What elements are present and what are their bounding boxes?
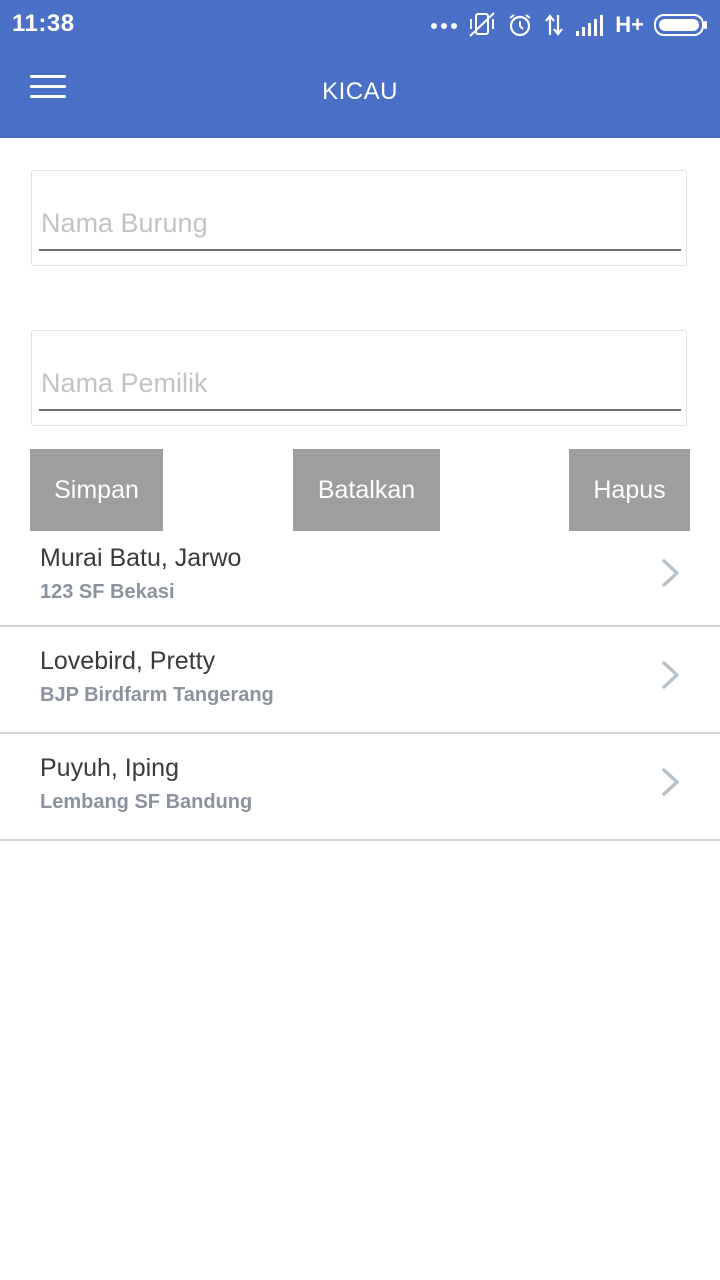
network-type-label: H+: [615, 12, 644, 37]
list-item[interactable]: Murai Batu, Jarwo 123 SF Bekasi: [0, 531, 720, 627]
bird-name-card: [31, 170, 687, 266]
vibrate-off-icon: [467, 11, 497, 39]
list-item[interactable]: Puyuh, Iping Lembang SF Bandung: [0, 734, 720, 841]
list-item-title: Puyuh, Iping: [40, 754, 179, 782]
list-item-subtitle: 123 SF Bekasi: [40, 581, 175, 603]
list-item-title: Lovebird, Pretty: [40, 647, 216, 675]
chevron-right-icon: [662, 559, 679, 587]
list-item[interactable]: Lovebird, Pretty BJP Birdfarm Tangerang: [0, 627, 720, 734]
app-bar: KICAU: [0, 50, 720, 138]
chevron-right-icon: [662, 661, 679, 689]
signal-icon: [575, 14, 605, 36]
status-bar: 11:38 H+: [0, 0, 720, 50]
more-dots-icon: [431, 20, 458, 30]
status-time: 11:38: [12, 10, 75, 37]
data-transfer-icon: [543, 13, 565, 37]
bird-list: Murai Batu, Jarwo 123 SF Bekasi Lovebird…: [0, 531, 720, 841]
save-button[interactable]: Simpan: [30, 449, 163, 531]
status-icons: H+: [431, 8, 708, 42]
page-title: KICAU: [322, 78, 398, 105]
alarm-icon: [507, 12, 533, 38]
owner-name-card: [31, 330, 687, 426]
delete-button[interactable]: Hapus: [569, 449, 690, 531]
owner-name-input[interactable]: [39, 357, 681, 411]
list-item-subtitle: Lembang SF Bandung: [40, 791, 253, 813]
cancel-button[interactable]: Batalkan: [293, 449, 440, 531]
list-item-subtitle: BJP Birdfarm Tangerang: [40, 684, 274, 706]
list-item-title: Murai Batu, Jarwo: [40, 544, 242, 572]
bird-name-input[interactable]: [39, 197, 681, 251]
chevron-right-icon: [662, 768, 679, 796]
battery-icon: [654, 13, 708, 37]
